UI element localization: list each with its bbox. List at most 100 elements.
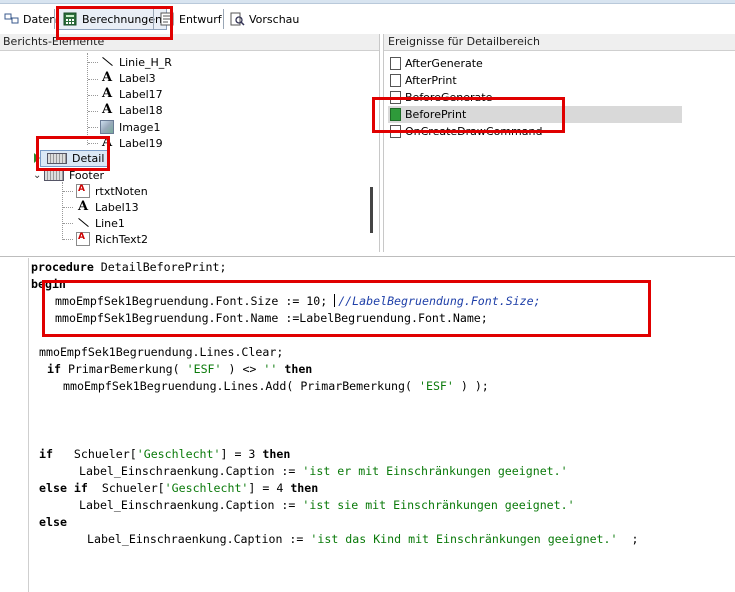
tree-item-label17[interactable]: A Label17	[100, 86, 163, 102]
report-elements-panel: Berichts-Elemente	[0, 34, 380, 252]
tree-item-label: Linie_H_R	[119, 55, 172, 69]
label-icon: A	[101, 86, 113, 101]
code-string: 'ESF'	[186, 362, 222, 376]
preview-icon	[230, 12, 245, 26]
tree-item-label: Detail	[72, 152, 105, 165]
tree-connector	[88, 143, 98, 144]
tree-item-image1[interactable]: Image1	[100, 119, 160, 135]
code-line: mmoEmpfSek1Begruendung.Font.Size := 10; …	[55, 293, 541, 310]
document-icon	[390, 73, 401, 87]
code-line: Label_Einschraenkung.Caption := 'ist das…	[87, 531, 638, 548]
code-keyword: if	[47, 362, 61, 376]
code-text: ] = 3	[220, 447, 263, 461]
code-text: mmoEmpfSek1Begruendung.Lines.Add( Primar…	[63, 379, 419, 393]
tab-berechnungen[interactable]: Berechnungen	[58, 8, 168, 30]
code-text: mmoEmpfSek1Begruendung.Lines.Clear;	[39, 345, 284, 359]
tab-entwurf[interactable]: Entwurf	[156, 8, 226, 30]
code-line: begin	[31, 276, 66, 293]
tabbar-top-strip	[0, 0, 735, 4]
code-comment: //LabelBegruendung.Font.Size;	[338, 294, 541, 308]
code-text: ] = 4	[248, 481, 291, 495]
event-oncreatedrawcommand[interactable]: OnCreateDrawCommand	[390, 123, 542, 139]
tab-daten-label: Daten	[23, 12, 57, 26]
tree-item-rtxtnoten[interactable]: rtxtNoten	[76, 183, 148, 199]
document-icon	[390, 107, 401, 121]
tree-item-label: Label3	[119, 71, 156, 85]
tab-separator	[153, 9, 154, 29]
event-label: AfterPrint	[405, 73, 457, 87]
tree-item-linie-h-r[interactable]: Linie_H_R	[100, 54, 172, 70]
tree-connector	[88, 127, 98, 128]
event-beforeprint[interactable]: BeforePrint	[390, 106, 466, 122]
tab-daten[interactable]: Daten	[0, 8, 60, 30]
code-keyword: begin	[31, 277, 66, 291]
code-text: ;	[617, 532, 639, 546]
code-text: Schueler[	[52, 447, 137, 461]
editor-gutter-line	[28, 258, 29, 592]
code-keyword: then	[284, 362, 313, 376]
event-label: AfterGenerate	[405, 56, 483, 70]
collapse-chevron-icon[interactable]: ⌄	[33, 170, 41, 181]
code-text: ) );	[453, 379, 489, 393]
label-icon: A	[101, 70, 113, 85]
calculator-icon	[63, 12, 78, 26]
code-keyword: then	[262, 447, 291, 461]
tab-vorschau[interactable]: Vorschau	[226, 8, 303, 30]
code-text: mmoEmpfSek1Begruendung.Font.Size := 10;	[55, 294, 335, 308]
expand-arrow-icon[interactable]	[34, 153, 40, 163]
tree-item-label: Label18	[119, 103, 163, 117]
event-beforegenerate[interactable]: BeforeGenerate	[390, 89, 492, 105]
event-label: BeforePrint	[405, 107, 467, 121]
code-text: mmoEmpfSek1Begruendung.Font.Name :=Label…	[55, 311, 488, 325]
tree-item-richtext2[interactable]: RichText2	[76, 231, 148, 247]
event-label: BeforeGenerate	[405, 90, 493, 104]
code-string: 'ist sie mit Einschränkungen geeignet.'	[302, 498, 575, 512]
tree-item-label: rtxtNoten	[95, 184, 148, 198]
code-text: ) <>	[221, 362, 264, 376]
label-icon: A	[77, 199, 89, 214]
tree-item-detail[interactable]: Detail	[40, 150, 110, 167]
label-icon: A	[101, 102, 113, 117]
tree-item-label3[interactable]: A Label3	[100, 70, 156, 86]
tab-separator	[223, 9, 224, 29]
code-line: else	[39, 514, 67, 531]
code-line: Label_Einschraenkung.Caption := 'ist sie…	[79, 497, 575, 514]
tree-connector	[63, 191, 73, 192]
code-text: Label_Einschraenkung.Caption :=	[79, 464, 303, 478]
tree-item-label: Label19	[119, 136, 163, 150]
code-text: Label_Einschraenkung.Caption :=	[79, 498, 303, 512]
code-line: else if Schueler['Geschlecht'] = 4 then	[39, 480, 318, 497]
tree-connector	[88, 95, 98, 96]
line-icon	[100, 55, 114, 69]
code-keyword: else if	[39, 481, 88, 495]
tree-item-label18[interactable]: A Label18	[100, 102, 163, 118]
code-keyword: if	[39, 447, 53, 461]
tree-item-label: Label17	[119, 87, 163, 101]
tree-item-label13[interactable]: A Label13	[76, 199, 139, 215]
tree-item-label: RichText2	[95, 232, 148, 246]
tab-berechnungen-label: Berechnungen	[82, 12, 163, 26]
tree-item-line1[interactable]: Line1	[76, 215, 125, 231]
tree-item-label19[interactable]: A Label19	[100, 135, 163, 151]
text-caret	[334, 294, 336, 307]
band-icon	[47, 153, 67, 164]
code-keyword: procedure	[31, 260, 94, 274]
code-string: 'Geschlecht'	[136, 447, 221, 461]
tree-item-footer[interactable]: Footer	[44, 167, 104, 183]
code-string: ''	[263, 362, 278, 376]
tree-connector	[63, 239, 73, 240]
report-elements-title: Berichts-Elemente	[0, 34, 379, 51]
tree-item-label: Image1	[119, 120, 161, 134]
tab-separator	[54, 9, 55, 29]
event-afterprint[interactable]: AfterPrint	[390, 72, 457, 88]
line-icon	[76, 216, 90, 230]
band-icon	[44, 169, 64, 181]
code-line: if PrimarBemerkung( 'ESF' ) <> '' then	[47, 361, 312, 378]
tree-scrollbar-thumb[interactable]	[370, 187, 373, 233]
tree-connector	[88, 62, 98, 63]
tab-bar: Daten Berechnungen Entwurf Vorschau	[0, 0, 735, 34]
event-aftergenerate[interactable]: AfterGenerate	[390, 55, 483, 71]
document-icon	[390, 90, 401, 104]
tree-item-label: Label13	[95, 200, 139, 214]
document-icon	[390, 56, 401, 70]
